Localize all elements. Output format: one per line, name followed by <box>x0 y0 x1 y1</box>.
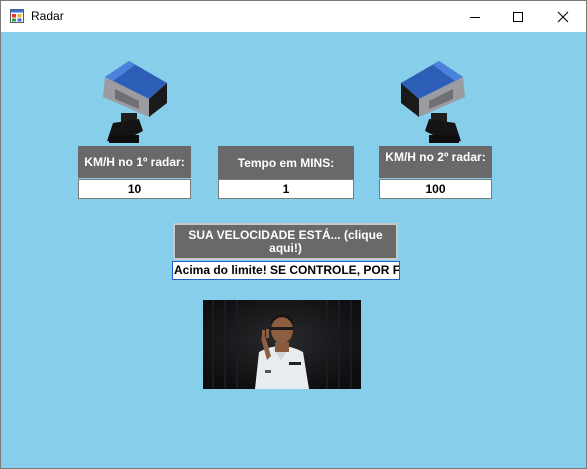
radar2-label: KM/H no 2º radar: <box>379 146 492 178</box>
speed-camera-icon <box>103 61 167 143</box>
driver-photo-image <box>203 300 361 389</box>
result-output-field[interactable]: Acima do limite! SE CONTROLE, POR FAVOR! <box>172 261 400 280</box>
app-icon <box>10 9 24 23</box>
title-bar[interactable]: Radar <box>1 1 586 32</box>
driver-photo <box>203 300 361 389</box>
time-minutes-input[interactable]: 1 <box>218 179 354 199</box>
close-button[interactable] <box>543 1 583 32</box>
radar2-speed-input[interactable]: 100 <box>379 179 492 199</box>
radar-window: Radar KM/H no 1º radar: Tempo em MINS: K… <box>0 0 587 469</box>
maximize-icon <box>513 11 523 22</box>
minimize-button[interactable] <box>455 1 495 32</box>
radar1-speed-input[interactable]: 10 <box>78 179 191 199</box>
radar1-label: KM/H no 1º radar: <box>78 146 191 178</box>
speed-camera-icon <box>401 61 465 143</box>
check-speed-button[interactable]: SUA VELOCIDADE ESTÁ... (clique aqui!) <box>173 223 398 260</box>
time-label: Tempo em MINS: <box>218 146 354 179</box>
maximize-button[interactable] <box>498 1 538 32</box>
minimize-icon <box>470 16 480 18</box>
close-icon <box>557 11 569 22</box>
window-title: Radar <box>31 9 64 23</box>
